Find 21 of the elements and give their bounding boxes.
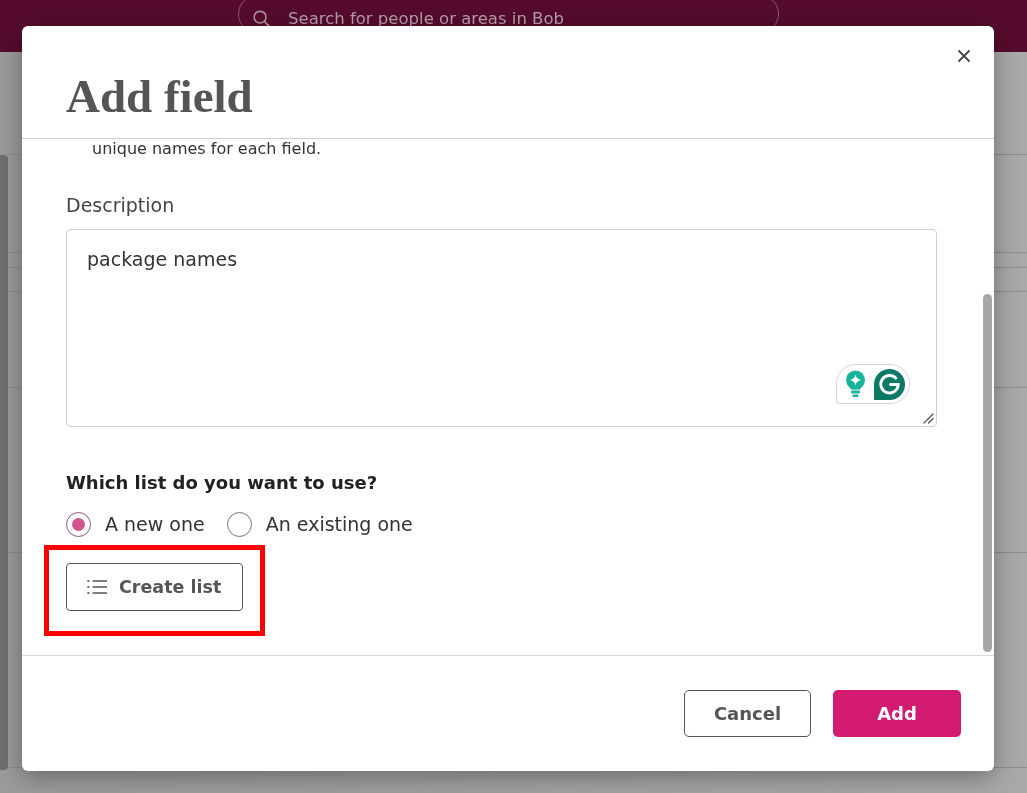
radio-label[interactable]: A new one (105, 513, 205, 536)
radio-button[interactable] (66, 512, 91, 537)
radio-label[interactable]: An existing one (265, 513, 413, 536)
assistant-widget[interactable] (836, 364, 910, 404)
list-icon (87, 579, 107, 595)
add-button[interactable]: Add (833, 690, 961, 737)
resize-handle-icon (923, 413, 934, 424)
description-field[interactable]: package names (66, 229, 937, 427)
hint-text: unique names for each field. (91, 139, 322, 159)
scrollbar[interactable] (983, 294, 992, 652)
close-icon (958, 50, 970, 62)
g-logo-icon (874, 368, 905, 400)
dialog-title: Add field (66, 73, 253, 120)
scrollbar[interactable] (0, 155, 8, 770)
radio-button[interactable] (226, 512, 252, 537)
field-label: Description (66, 194, 175, 217)
create-list-button[interactable]: Create list (66, 563, 243, 611)
question-label: Which list do you want to use? (66, 472, 378, 494)
lightbulb-icon (845, 370, 866, 398)
cancel-button[interactable]: Cancel (684, 690, 811, 737)
search-icon (253, 9, 270, 27)
